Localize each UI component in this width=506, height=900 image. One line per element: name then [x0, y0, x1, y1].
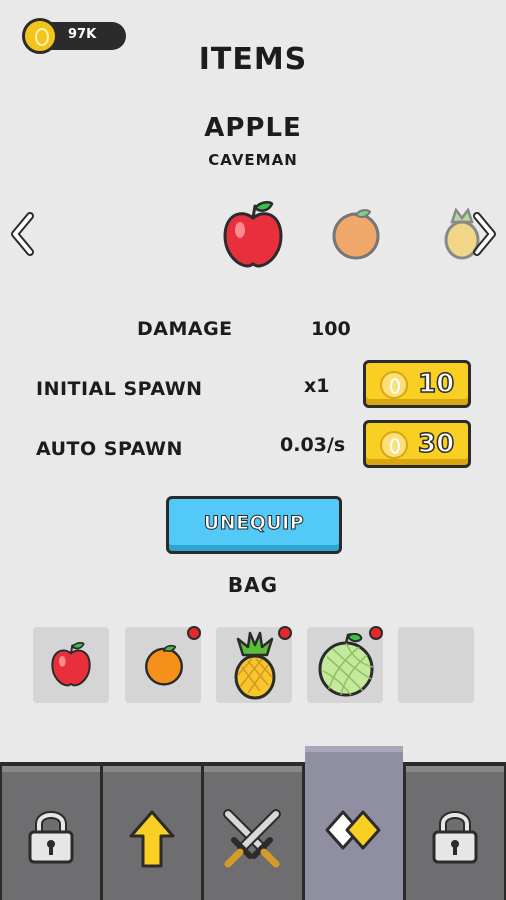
damage-value: 100 — [311, 318, 351, 340]
auto-spawn-price: 30 — [417, 428, 455, 460]
bag-title: BAG — [227, 573, 279, 597]
apple-icon[interactable] — [220, 198, 286, 270]
initial-spawn-upgrade-button[interactable]: 10 — [363, 360, 471, 408]
unequip-label: UNEQUIP — [203, 512, 305, 535]
orange-icon — [145, 644, 183, 686]
melon-icon — [318, 633, 374, 697]
bag-slot-orange[interactable] — [125, 626, 201, 703]
tab-upgrade[interactable] — [103, 766, 201, 900]
apple-icon — [51, 642, 91, 687]
pineapple-icon — [234, 631, 276, 700]
bag-slot-melon[interactable] — [307, 626, 383, 703]
lock-icon — [28, 811, 74, 864]
currency-amount: 97K — [68, 27, 97, 42]
initial-spawn-value: x1 — [304, 375, 330, 397]
upgrade-arrow-icon — [129, 810, 175, 868]
damage-label: DAMAGE — [137, 318, 233, 340]
coin-icon — [380, 431, 408, 459]
item-subtitle: CAVEMAN — [208, 151, 298, 169]
crossed-swords-icon — [223, 809, 281, 868]
auto-spawn-value: 0.03/s — [280, 434, 346, 456]
chevron-left-icon[interactable] — [10, 212, 36, 256]
new-badge — [278, 626, 292, 640]
bag-slot-pineapple[interactable] — [216, 626, 292, 703]
tab-locked-2[interactable] — [406, 766, 504, 900]
bag-slot-empty[interactable] — [398, 627, 474, 703]
tab-locked-1[interactable] — [2, 766, 100, 900]
lock-icon — [432, 811, 478, 864]
tab-battle[interactable] — [204, 766, 302, 900]
new-badge — [187, 626, 201, 640]
new-badge — [369, 626, 383, 640]
coin-icon — [380, 371, 408, 399]
orange-icon[interactable] — [330, 208, 382, 260]
items-icon — [325, 810, 381, 850]
tab-items[interactable] — [305, 746, 403, 900]
auto-spawn-upgrade-button[interactable]: 30 — [363, 420, 471, 468]
auto-spawn-label: AUTO SPAWN — [36, 438, 183, 460]
initial-spawn-label: INITIAL SPAWN — [36, 378, 203, 400]
page-title: ITEMS — [198, 42, 308, 77]
initial-spawn-price: 10 — [417, 368, 455, 400]
pineapple-icon[interactable] — [442, 208, 482, 260]
item-name: APPLE — [204, 113, 302, 143]
bag-slot-apple[interactable] — [33, 627, 109, 703]
unequip-button[interactable]: UNEQUIP — [166, 496, 342, 554]
